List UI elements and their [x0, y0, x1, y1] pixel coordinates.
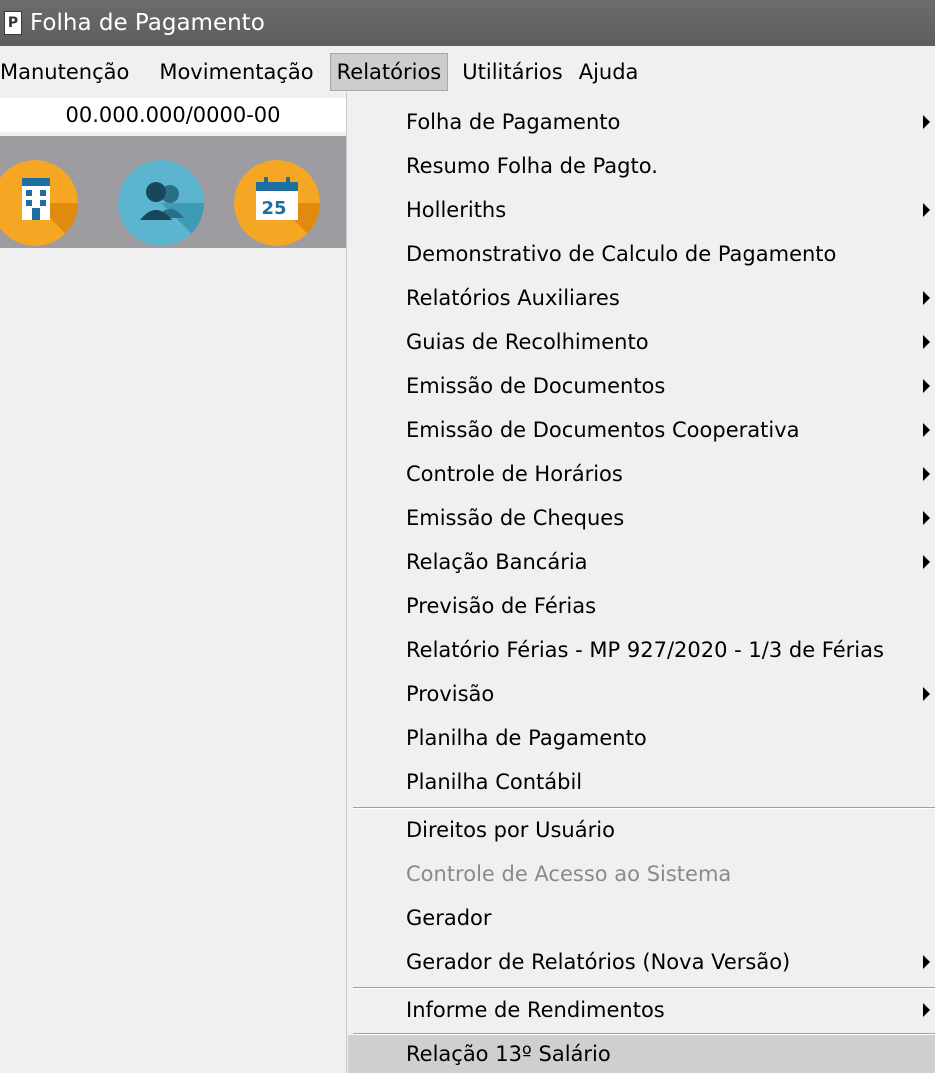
menuitem-label: Controle de Acesso ao Sistema	[406, 862, 732, 886]
building-button[interactable]	[0, 160, 78, 246]
submenu-arrow-icon	[923, 335, 930, 349]
company-cnpj-field: 00.000.000/0000-00	[0, 98, 346, 132]
menuitem-label: Holleriths	[406, 198, 507, 222]
shortcut-toolbar: 25	[0, 136, 346, 248]
users-button[interactable]	[118, 160, 204, 246]
menuitem-relacao-bancaria[interactable]: Relação Bancária	[348, 542, 935, 582]
menuitem-label: Emissão de Documentos	[406, 374, 666, 398]
menuitem-holleriths[interactable]: Holleriths	[348, 190, 935, 230]
menuitem-label: Gerador	[406, 906, 492, 930]
submenu-arrow-icon	[923, 555, 930, 569]
menuitem-label: Guias de Recolhimento	[406, 330, 649, 354]
menuitem-guias-recolhimento[interactable]: Guias de Recolhimento	[348, 322, 935, 362]
menuitem-label: Planilha Contábil	[406, 770, 583, 794]
menuitem-gerador[interactable]: Gerador	[348, 898, 935, 938]
menu-separator	[353, 807, 935, 809]
menuitem-controle-horarios[interactable]: Controle de Horários	[348, 454, 935, 494]
submenu-arrow-icon	[923, 423, 930, 437]
submenu-arrow-icon	[923, 687, 930, 701]
menuitem-label: Emissão de Cheques	[406, 506, 625, 530]
menuitem-folha-de-pagamento[interactable]: Folha de Pagamento	[348, 102, 935, 142]
calendar-icon: 25	[234, 160, 320, 246]
menuitem-label: Controle de Horários	[406, 462, 623, 486]
menuitem-label: Planilha de Pagamento	[406, 726, 647, 750]
menuitem-emissao-documentos[interactable]: Emissão de Documentos	[348, 366, 935, 406]
building-icon	[0, 160, 78, 246]
submenu-arrow-icon	[923, 379, 930, 393]
menuitem-label: Gerador de Relatórios (Nova Versão)	[406, 950, 791, 974]
submenu-arrow-icon	[923, 1003, 930, 1017]
menuitem-label: Relatórios Auxiliares	[406, 286, 620, 310]
menuitem-label: Informe de Rendimentos	[406, 998, 665, 1022]
menu-relatorios[interactable]: Relatórios	[329, 53, 449, 91]
menuitem-informe-rendimentos[interactable]: Informe de Rendimentos	[348, 990, 935, 1030]
calendar-day-label: 25	[261, 198, 286, 219]
menuitem-controle-acesso: Controle de Acesso ao Sistema	[348, 854, 935, 894]
menuitem-emissao-cheques[interactable]: Emissão de Cheques	[348, 498, 935, 538]
menuitem-label: Relação 13º Salário	[406, 1042, 611, 1066]
app-icon[interactable]: P	[4, 11, 22, 35]
menuitem-relacao-13-salario[interactable]: Relação 13º Salário	[348, 1035, 935, 1073]
menuitem-label: Previsão de Férias	[406, 594, 597, 618]
menuitem-provisao[interactable]: Provisão	[348, 674, 935, 714]
menuitem-label: Relação Bancária	[406, 550, 588, 574]
menuitem-relatorio-ferias-mp927[interactable]: Relatório Férias - MP 927/2020 - 1/3 de …	[348, 630, 935, 670]
menuitem-previsao-ferias[interactable]: Previsão de Férias	[348, 586, 935, 626]
menuitem-resumo-folha[interactable]: Resumo Folha de Pagto.	[348, 146, 935, 186]
menu-movimentacao[interactable]: Movimentação	[153, 54, 319, 90]
menuitem-label: Folha de Pagamento	[406, 110, 621, 134]
menuitem-relatorios-auxiliares[interactable]: Relatórios Auxiliares	[348, 278, 935, 318]
submenu-arrow-icon	[923, 203, 930, 217]
menuitem-label: Resumo Folha de Pagto.	[406, 154, 658, 178]
users-icon	[118, 160, 204, 246]
title-bar: P Folha de Pagamento	[0, 0, 935, 46]
submenu-arrow-icon	[923, 467, 930, 481]
submenu-arrow-icon	[923, 955, 930, 969]
menu-utilitarios[interactable]: Utilitários	[456, 54, 568, 90]
calendar-button[interactable]: 25	[234, 160, 320, 246]
menuitem-label: Direitos por Usuário	[406, 818, 615, 842]
menu-bar: Manutenção Movimentação Relatórios Utili…	[0, 52, 935, 92]
submenu-arrow-icon	[923, 291, 930, 305]
menuitem-demonstrativo-calculo[interactable]: Demonstrativo de Calculo de Pagamento	[348, 234, 935, 274]
relatorios-dropdown-menu: Folha de Pagamento Resumo Folha de Pagto…	[346, 92, 935, 1073]
menuitem-direitos-usuario[interactable]: Direitos por Usuário	[348, 810, 935, 850]
menu-separator	[353, 987, 935, 989]
menuitem-label: Provisão	[406, 682, 495, 706]
menuitem-planilha-contabil[interactable]: Planilha Contábil	[348, 762, 935, 802]
menuitem-gerador-relatorios-nova-versao[interactable]: Gerador de Relatórios (Nova Versão)	[348, 942, 935, 982]
menuitem-label: Demonstrativo de Calculo de Pagamento	[406, 242, 837, 266]
submenu-arrow-icon	[923, 115, 930, 129]
submenu-arrow-icon	[923, 511, 930, 525]
menuitem-label: Relatório Férias - MP 927/2020 - 1/3 de …	[406, 638, 884, 662]
menu-manutencao[interactable]: Manutenção	[0, 54, 135, 90]
menuitem-label: Emissão de Documentos Cooperativa	[406, 418, 800, 442]
menuitem-planilha-pagamento[interactable]: Planilha de Pagamento	[348, 718, 935, 758]
workspace-area	[0, 248, 346, 1073]
window-title: Folha de Pagamento	[30, 10, 265, 36]
menuitem-emissao-documentos-cooperativa[interactable]: Emissão de Documentos Cooperativa	[348, 410, 935, 450]
menu-ajuda[interactable]: Ajuda	[573, 54, 645, 90]
